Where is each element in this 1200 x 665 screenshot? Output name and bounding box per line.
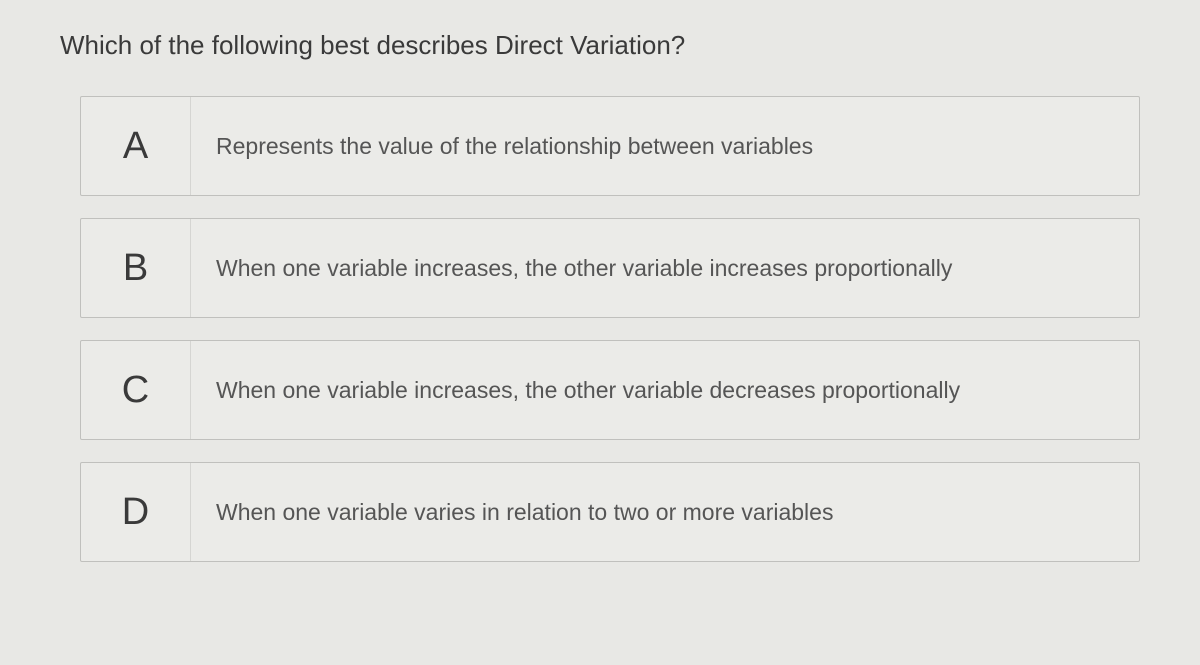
option-b-letter: B xyxy=(81,219,191,317)
option-a[interactable]: A Represents the value of the relationsh… xyxy=(80,96,1140,196)
option-c[interactable]: C When one variable increases, the other… xyxy=(80,340,1140,440)
option-b-text: When one variable increases, the other v… xyxy=(191,219,1139,317)
option-d-text: When one variable varies in relation to … xyxy=(191,463,1139,561)
options-container: A Represents the value of the relationsh… xyxy=(50,96,1150,562)
option-b[interactable]: B When one variable increases, the other… xyxy=(80,218,1140,318)
option-d-letter: D xyxy=(81,463,191,561)
question-text: Which of the following best describes Di… xyxy=(50,30,1150,61)
option-c-letter: C xyxy=(81,341,191,439)
option-a-text: Represents the value of the relationship… xyxy=(191,97,1139,195)
option-d[interactable]: D When one variable varies in relation t… xyxy=(80,462,1140,562)
option-c-text: When one variable increases, the other v… xyxy=(191,341,1139,439)
option-a-letter: A xyxy=(81,97,191,195)
